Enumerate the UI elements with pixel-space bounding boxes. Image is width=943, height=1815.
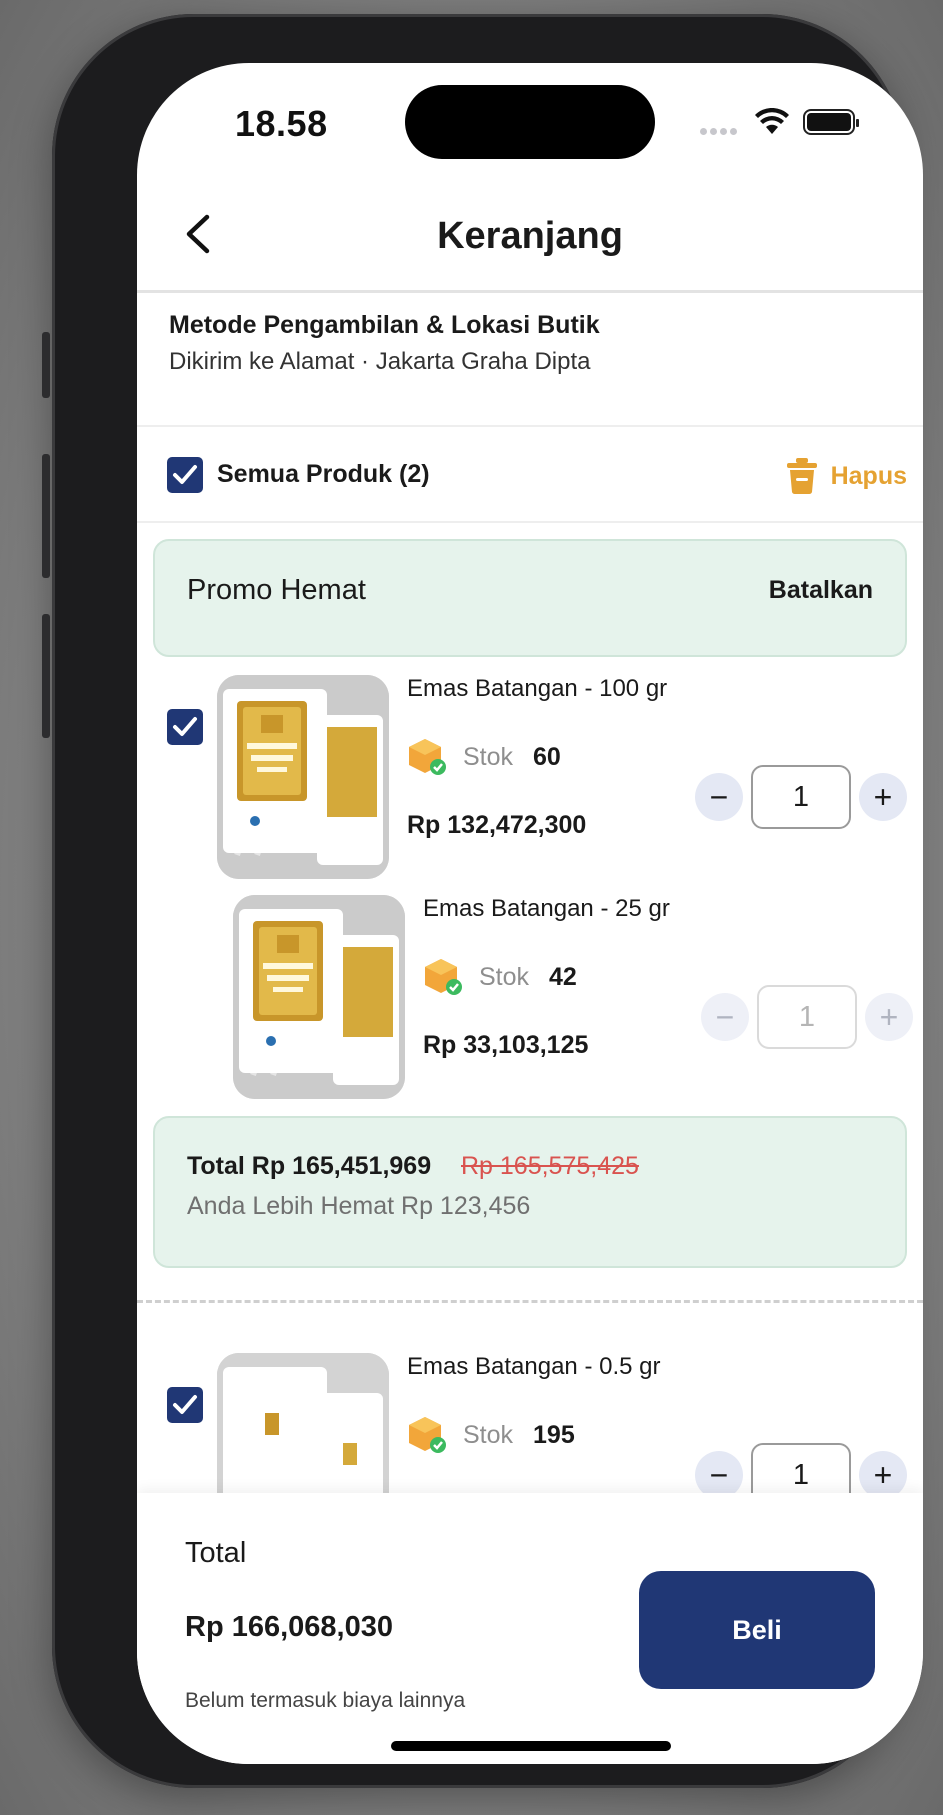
product-price: Rp 132,472,300: [407, 811, 587, 839]
increase-button[interactable]: +: [859, 773, 907, 821]
delete-label: Hapus: [830, 461, 907, 490]
quantity-stepper: − 1 +: [701, 985, 913, 1049]
select-all-label: Semua Produk (2): [217, 460, 430, 488]
stock-label: Stok: [479, 962, 530, 991]
buy-button[interactable]: Beli: [639, 1571, 875, 1689]
stock-info: Stok 60: [407, 737, 561, 777]
quantity-stepper: − 1 +: [695, 765, 907, 829]
stock-value: 60: [533, 742, 561, 771]
cellular-icon: [700, 122, 740, 140]
product-name: Emas Batangan - 0.5 gr: [407, 1353, 661, 1380]
wifi-icon: [755, 108, 789, 134]
home-indicator: [391, 1741, 671, 1751]
total-label: Total: [185, 1537, 247, 1569]
product-price: Rp 33,103,125: [423, 1031, 589, 1059]
item-checkbox[interactable]: [167, 1387, 203, 1423]
total-amount: Rp 166,068,030: [185, 1611, 393, 1643]
nav-bar: Keranjang: [137, 183, 923, 293]
trash-icon: [786, 458, 817, 495]
check-icon: [173, 717, 197, 736]
quantity-field: 1: [757, 985, 857, 1049]
volume-down-button: [42, 614, 50, 738]
decrease-button[interactable]: −: [695, 1451, 743, 1499]
page-title: Keranjang: [437, 215, 623, 257]
stock-info: Stok 195: [407, 1415, 575, 1455]
check-icon: [173, 465, 197, 484]
promo-total: Total Rp 165,451,969: [187, 1152, 432, 1180]
stock-value: 42: [549, 962, 577, 991]
decrease-button: −: [701, 993, 749, 1041]
increase-button[interactable]: +: [859, 1451, 907, 1499]
delete-button[interactable]: Hapus: [785, 457, 907, 495]
increase-button: +: [865, 993, 913, 1041]
minus-icon: −: [715, 998, 735, 1035]
checkout-footer: Total Rp 166,068,030 Belum termasuk biay…: [137, 1493, 923, 1764]
status-time: 18.58: [235, 103, 328, 144]
stock-label: Stok: [463, 1420, 514, 1449]
gold-bar-image: [233, 895, 405, 1099]
product-name: Emas Batangan - 100 gr: [407, 675, 668, 702]
promo-name: Promo Hemat: [187, 574, 366, 606]
promo-header: Promo Hemat Batalkan: [153, 539, 907, 657]
plus-icon: +: [873, 778, 893, 815]
promo-cancel-button[interactable]: Batalkan: [769, 576, 873, 605]
select-all-checkbox[interactable]: [167, 457, 203, 493]
stock-box-icon: [425, 959, 462, 995]
select-all-row: Semua Produk (2) Hapus: [137, 427, 923, 523]
plus-icon: +: [879, 998, 899, 1035]
stock-box-icon: [409, 1417, 446, 1453]
battery-icon: [803, 109, 859, 135]
dynamic-island: [405, 85, 655, 159]
quantity-field[interactable]: 1: [751, 765, 851, 829]
product-name: Emas Batangan - 25 gr: [423, 895, 670, 922]
stock-label: Stok: [463, 742, 514, 771]
minus-icon: −: [709, 1456, 729, 1493]
item-checkbox[interactable]: [167, 709, 203, 745]
cart-item: Emas Batangan - 100 gr Stok 60 Rp 132,47…: [137, 675, 923, 885]
stock-info: Stok 42: [423, 957, 577, 997]
minus-icon: −: [709, 778, 729, 815]
stock-box-icon: [409, 739, 446, 775]
promo-original-price: Rp 165,575,425: [461, 1152, 639, 1180]
pickup-method-heading: Metode Pengambilan & Lokasi Butik: [169, 311, 600, 339]
gold-bar-image: [217, 675, 389, 879]
check-icon: [173, 1395, 197, 1414]
total-note: Belum termasuk biaya lainnya: [185, 1689, 466, 1712]
action-button: [42, 332, 50, 398]
phone-frame: 18.58 Keranjang Metode Pengambilan & Lok…: [42, 14, 923, 1788]
plus-icon: +: [873, 1456, 893, 1493]
stock-value: 195: [533, 1420, 575, 1449]
app-screen: 18.58 Keranjang Metode Pengambilan & Lok…: [137, 63, 923, 1764]
cart-item: Emas Batangan - 25 gr Stok 42 Rp 33,103,…: [137, 895, 923, 1105]
promo-summary: Total Rp 165,451,969 Rp 165,575,425 Anda…: [153, 1116, 907, 1268]
status-bar: 18.58: [137, 63, 923, 183]
dashed-divider: [137, 1300, 923, 1303]
pickup-method-detail: Dikirim ke Alamat · Jakarta Graha Dipta: [169, 348, 591, 375]
pickup-method-section[interactable]: Metode Pengambilan & Lokasi Butik Dikiri…: [169, 311, 600, 376]
decrease-button[interactable]: −: [695, 773, 743, 821]
promo-savings: Anda Lebih Hemat Rp 123,456: [187, 1192, 531, 1220]
volume-up-button: [42, 454, 50, 578]
